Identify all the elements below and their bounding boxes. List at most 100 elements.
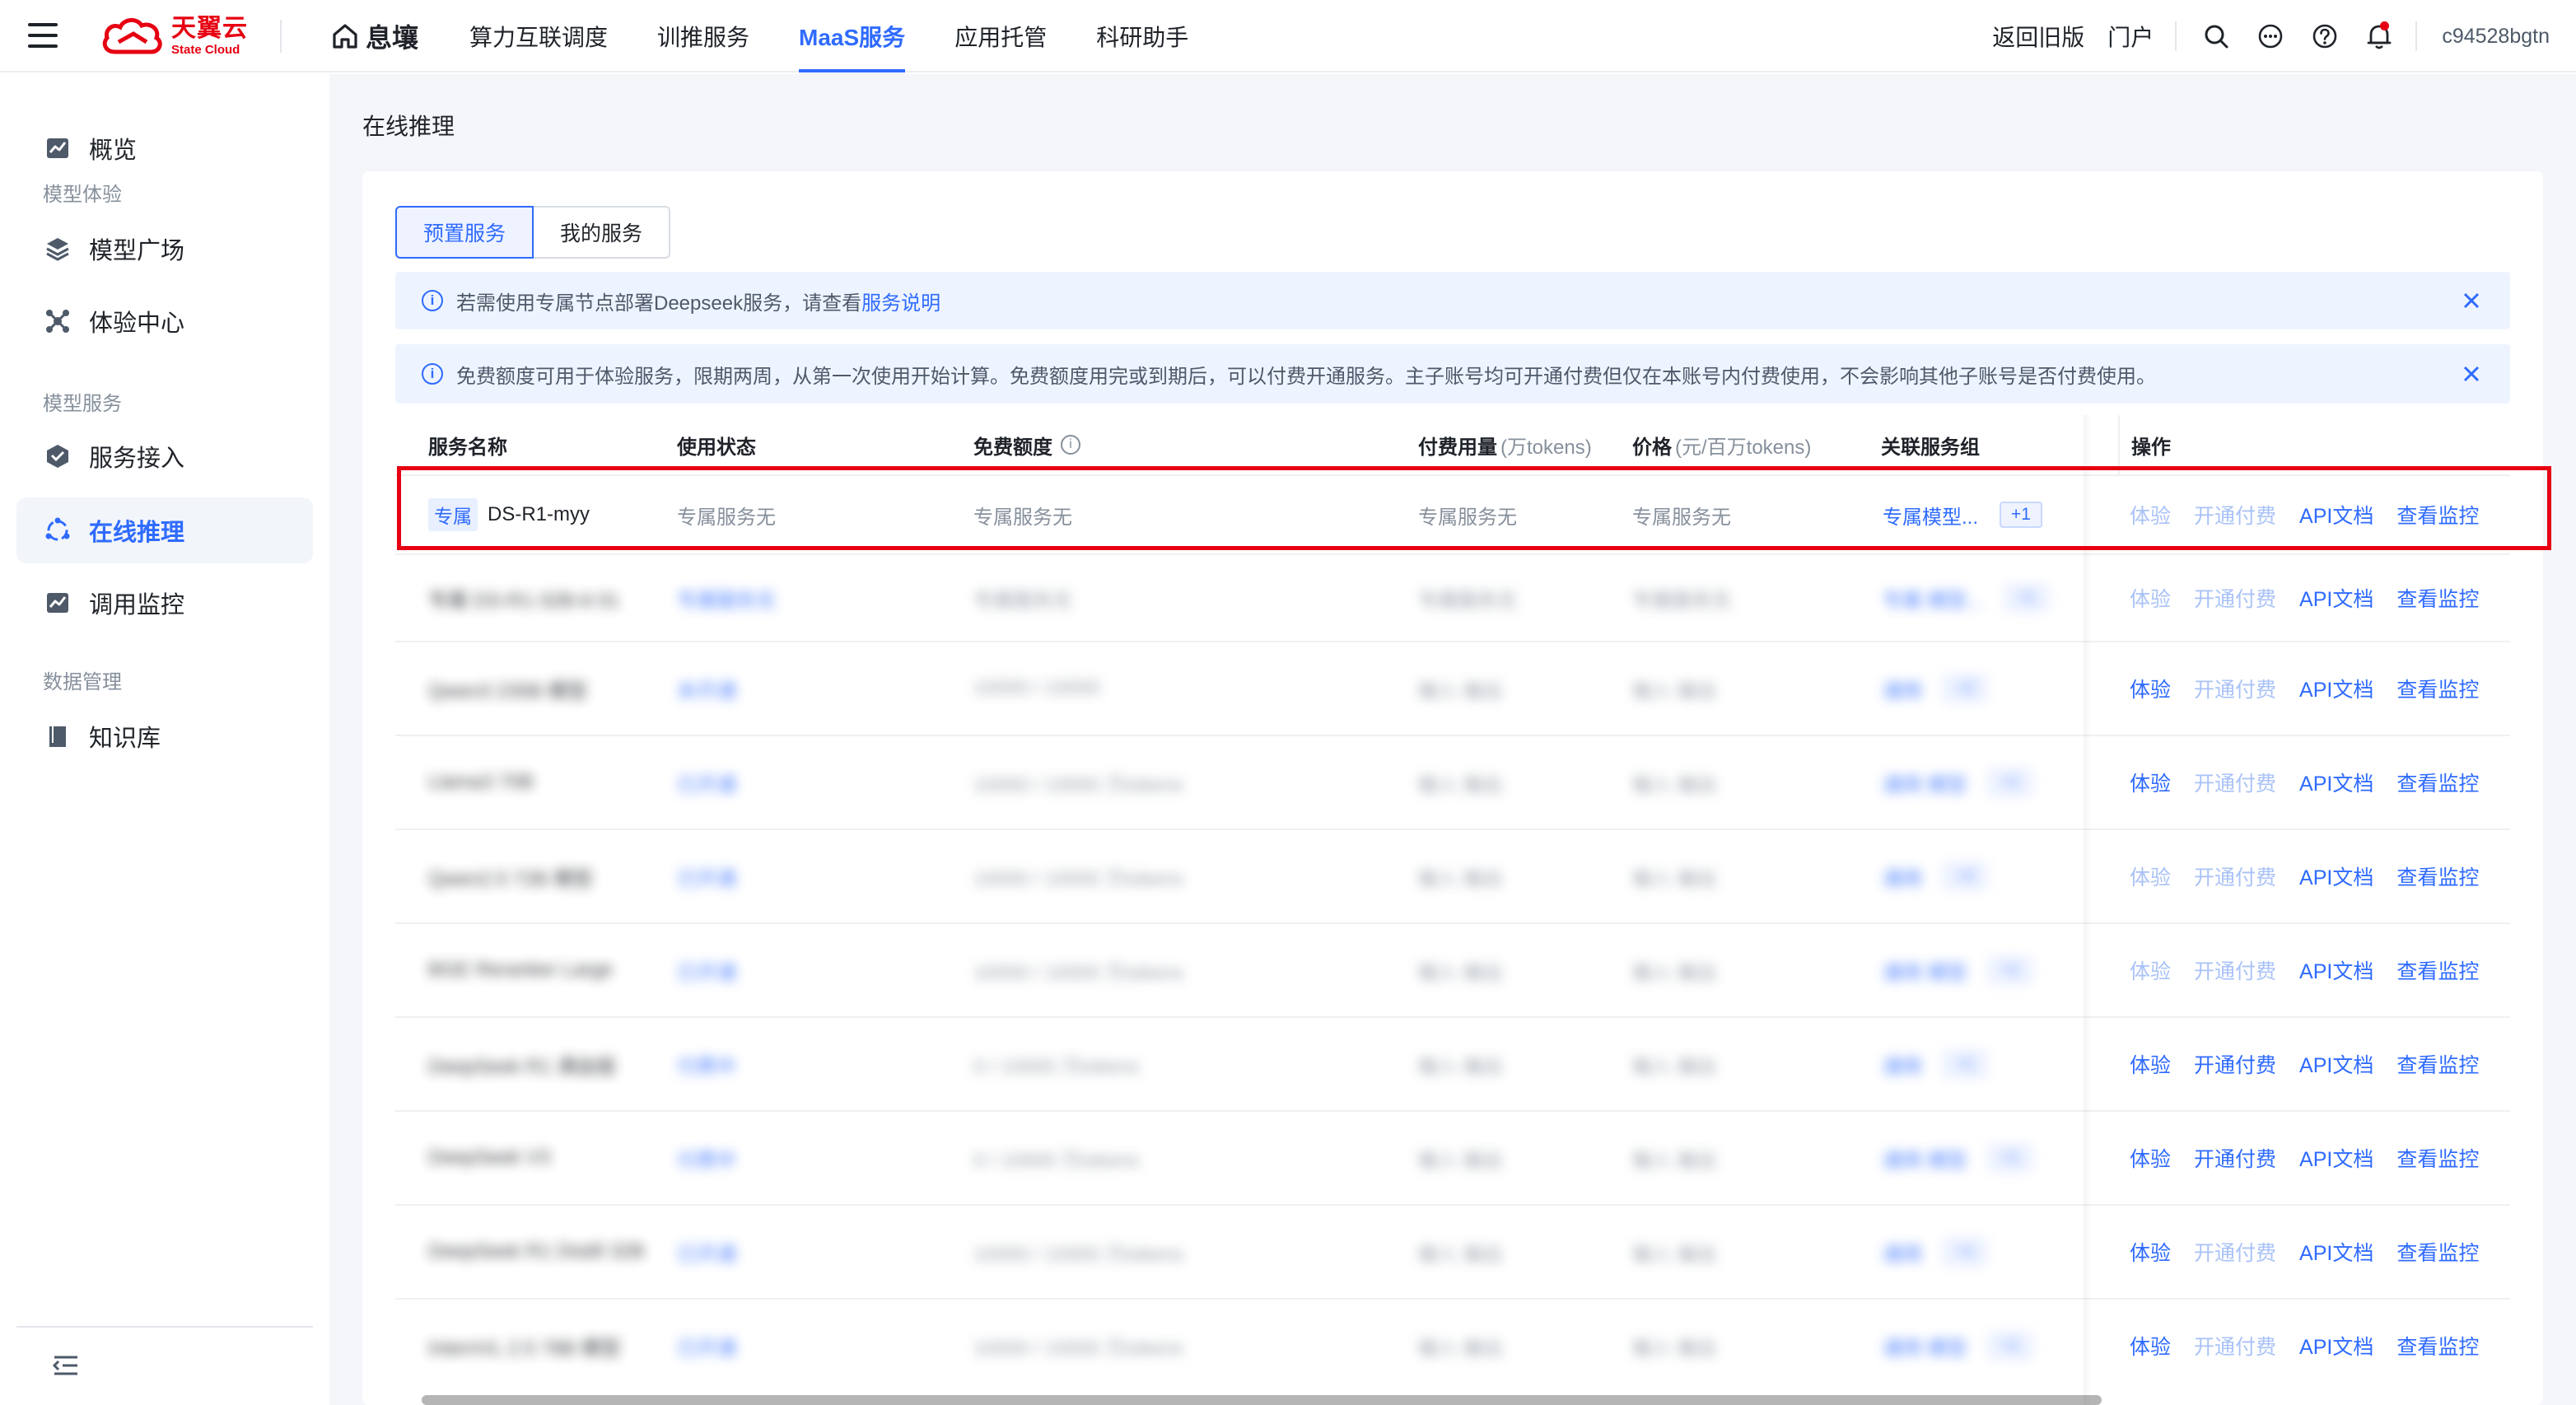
- view-monitor-link[interactable]: 查看监控: [2396, 861, 2479, 891]
- view-monitor-link[interactable]: 查看监控: [2396, 955, 2479, 985]
- sidebar-item-model-square[interactable]: 模型广场: [16, 216, 313, 282]
- enable-payment-button[interactable]: 开通付费: [2194, 1237, 2276, 1267]
- book-icon: [43, 721, 72, 751]
- try-button[interactable]: 体验: [2130, 674, 2171, 703]
- more-groups-badge[interactable]: +1: [1988, 957, 2032, 983]
- try-button[interactable]: 体验: [2130, 768, 2171, 797]
- enable-payment-button[interactable]: 开通付费: [2194, 674, 2276, 703]
- col-header-status: 使用状态: [677, 436, 756, 459]
- api-docs-link[interactable]: API文档: [2299, 674, 2373, 703]
- api-docs-link[interactable]: API文档: [2299, 768, 2373, 797]
- service-group-link[interactable]: 通用: [1883, 674, 1922, 703]
- back-old-version-link[interactable]: 返回旧版: [1992, 20, 2084, 53]
- try-button[interactable]: 体验: [2130, 1143, 2171, 1173]
- ops-cell: 体验 开通付费 API文档 查看监控: [2130, 1206, 2502, 1298]
- enable-payment-button[interactable]: 开通付费: [2194, 955, 2276, 985]
- service-group-link[interactable]: 专属模型...: [1883, 501, 1978, 530]
- service-name-cell: 专属 DS-R1-myy: [428, 476, 590, 553]
- status-cell: 付费中: [677, 1149, 736, 1172]
- view-monitor-link[interactable]: 查看监控: [2396, 1331, 2479, 1361]
- more-groups-badge[interactable]: +1: [1988, 1145, 2032, 1171]
- nav-maas-service[interactable]: MaaS服务: [799, 0, 906, 72]
- view-monitor-link[interactable]: 查看监控: [2396, 768, 2479, 797]
- sidebar-item-online-inference[interactable]: 在线推理: [16, 497, 313, 563]
- user-account[interactable]: c94528bgtn: [2442, 25, 2550, 49]
- nav-compute-scheduling[interactable]: 算力互联调度: [469, 0, 608, 72]
- more-groups-badge[interactable]: +1: [1944, 1051, 1986, 1077]
- logo[interactable]: 天翼云 State Cloud: [100, 15, 248, 58]
- api-docs-link[interactable]: API文档: [2299, 861, 2373, 891]
- nav-research-assistant[interactable]: 科研助手: [1096, 0, 1188, 72]
- enable-payment-button[interactable]: 开通付费: [2194, 1049, 2276, 1079]
- try-button[interactable]: 体验: [2130, 1237, 2171, 1267]
- try-button[interactable]: 体验: [2130, 583, 2171, 613]
- view-monitor-link[interactable]: 查看监控: [2396, 1049, 2479, 1079]
- free-quota-cell: 10000 / 10000: [973, 677, 1100, 699]
- api-docs-link[interactable]: API文档: [2299, 1237, 2373, 1267]
- api-docs-link[interactable]: API文档: [2299, 955, 2373, 985]
- status-cell: 付费中: [677, 1055, 736, 1078]
- enable-payment-button[interactable]: 开通付费: [2194, 500, 2276, 530]
- more-groups-badge[interactable]: +1: [1944, 1239, 1986, 1265]
- message-icon[interactable]: [2256, 21, 2285, 51]
- view-monitor-link[interactable]: 查看监控: [2396, 1143, 2479, 1173]
- close-icon[interactable]: [2461, 290, 2482, 311]
- sidebar-item-overview[interactable]: 概览: [16, 115, 313, 181]
- api-docs-link[interactable]: API文档: [2299, 500, 2373, 530]
- horizontal-scrollbar[interactable]: [422, 1395, 2102, 1405]
- view-monitor-link[interactable]: 查看监控: [2396, 583, 2479, 613]
- help-icon[interactable]: [2310, 21, 2340, 51]
- more-groups-badge[interactable]: +2: [1944, 863, 1986, 889]
- view-monitor-link[interactable]: 查看监控: [2396, 1237, 2479, 1267]
- top-nav: 算力互联调度 训推服务 MaaS服务 应用托管 科研助手: [469, 0, 1238, 72]
- menu-icon[interactable]: [28, 23, 58, 48]
- view-monitor-link[interactable]: 查看监控: [2396, 500, 2479, 530]
- try-button[interactable]: 体验: [2130, 1331, 2171, 1361]
- try-button[interactable]: 体验: [2130, 1049, 2171, 1079]
- sidebar-item-knowledge-base[interactable]: 知识库: [16, 703, 313, 769]
- home-link[interactable]: 息壤: [331, 18, 418, 54]
- bell-icon[interactable]: [2364, 21, 2394, 51]
- service-group-link[interactable]: 通用: [1883, 1050, 1922, 1079]
- view-monitor-link[interactable]: 查看监控: [2396, 674, 2479, 703]
- api-docs-link[interactable]: API文档: [2299, 1143, 2373, 1173]
- more-groups-badge[interactable]: +2: [1944, 675, 1986, 702]
- service-group-link[interactable]: 专属 模型...: [1883, 584, 1984, 613]
- enable-payment-button[interactable]: 开通付费: [2194, 861, 2276, 891]
- api-docs-link[interactable]: API文档: [2299, 1331, 2373, 1361]
- enable-payment-button[interactable]: 开通付费: [2194, 1331, 2276, 1361]
- service-group-link[interactable]: 通用 模型: [1883, 768, 1967, 797]
- service-group-link[interactable]: 通用: [1883, 1238, 1922, 1267]
- more-groups-badge[interactable]: +1: [2000, 502, 2042, 528]
- nav-training-inference[interactable]: 训推服务: [657, 0, 749, 72]
- try-button[interactable]: 体验: [2130, 500, 2171, 530]
- sidebar-item-call-monitor[interactable]: 调用监控: [16, 570, 313, 636]
- service-group-link[interactable]: 通用 模型: [1883, 956, 1967, 985]
- more-groups-badge[interactable]: +1: [1988, 769, 2032, 796]
- sidebar-item-service-access[interactable]: 服务接入: [16, 423, 313, 489]
- collapse-sidebar-icon[interactable]: [49, 1349, 82, 1382]
- close-icon[interactable]: [2461, 363, 2482, 385]
- portal-link[interactable]: 门户: [2107, 20, 2154, 53]
- tab-preset-services[interactable]: 预置服务: [395, 206, 534, 259]
- try-button[interactable]: 体验: [2130, 955, 2171, 985]
- service-name-cell: DeepSeek R1 满血版: [428, 1055, 617, 1078]
- sidebar-item-experience-center[interactable]: 体验中心: [16, 288, 313, 354]
- ops-cell: 体验 开通付费 API文档 查看监控: [2130, 642, 2502, 735]
- enable-payment-button[interactable]: 开通付费: [2194, 1143, 2276, 1173]
- nav-app-hosting[interactable]: 应用托管: [954, 0, 1047, 72]
- more-groups-badge[interactable]: +1: [1988, 1333, 2032, 1359]
- info-circle-icon[interactable]: i: [1061, 435, 1080, 455]
- try-button[interactable]: 体验: [2130, 861, 2171, 891]
- service-group-link[interactable]: 通用 模型: [1883, 1144, 1967, 1173]
- tab-my-services[interactable]: 我的服务: [534, 206, 671, 259]
- service-description-link[interactable]: 服务说明: [861, 287, 940, 315]
- api-docs-link[interactable]: API文档: [2299, 583, 2373, 613]
- search-icon[interactable]: [2201, 21, 2231, 51]
- enable-payment-button[interactable]: 开通付费: [2194, 583, 2276, 613]
- enable-payment-button[interactable]: 开通付费: [2194, 768, 2276, 797]
- service-group-link[interactable]: 通用: [1883, 862, 1922, 891]
- api-docs-link[interactable]: API文档: [2299, 1049, 2373, 1079]
- more-groups-badge[interactable]: +1: [2004, 585, 2048, 611]
- service-group-link[interactable]: 通用 模型: [1883, 1332, 1967, 1361]
